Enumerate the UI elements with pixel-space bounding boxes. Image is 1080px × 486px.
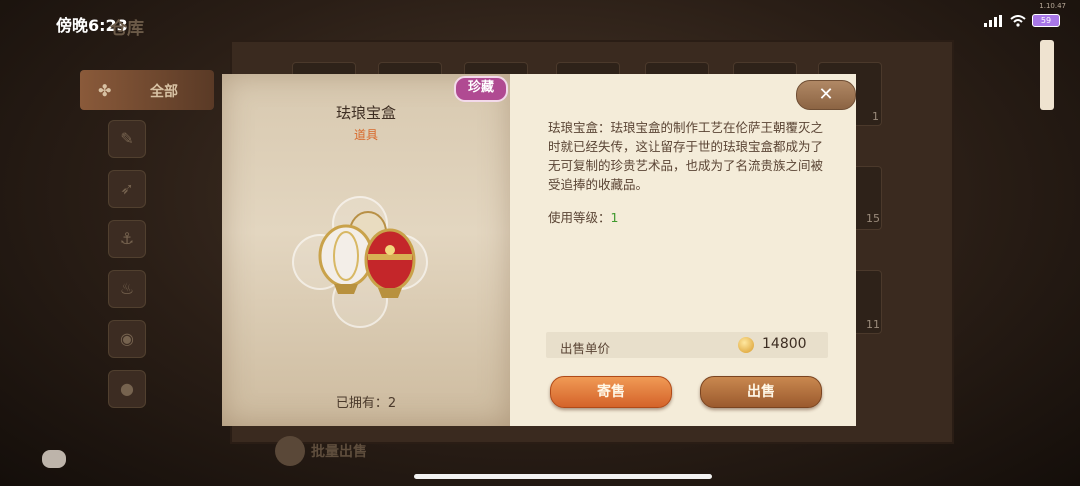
sidebar-item-tool[interactable]: ⚓ — [108, 220, 146, 258]
sidebar-item-all[interactable]: ✤ 全部 — [80, 70, 214, 110]
close-icon: ✕ — [818, 84, 834, 105]
item-name: 珐琅宝盒 — [335, 104, 396, 122]
coin-icon — [738, 337, 754, 353]
enamel-box-image — [318, 211, 416, 298]
slot-count: 11 — [866, 318, 880, 331]
page-title: 仓库 — [110, 19, 144, 39]
clover-icon: ✤ — [98, 81, 112, 100]
bulk-sell-button[interactable]: 批量出售 — [275, 436, 367, 466]
sidebar-item-feather[interactable]: ✎ — [108, 120, 146, 158]
battery-icon: 59 — [1032, 14, 1060, 27]
bow-icon: ➶ — [120, 179, 134, 198]
item-info-card: 珐琅宝盒：珐琅宝盒的制作工艺在伦萨王朝覆灭之时就已经失传，这让留存于世的珐琅宝盒… — [510, 74, 856, 426]
item-detail-dialog: 珐琅宝盒 道具 珍藏 已拥有：2 珐琅宝盒：珐琅宝盒的制作工艺在伦萨王朝覆灭之时… — [222, 74, 856, 426]
slot-count: 1 — [872, 110, 879, 123]
gem-icon: ◉ — [120, 329, 134, 348]
item-type: 道具 — [353, 128, 378, 142]
category-sidebar: ✤ 全部 ✎ ➶ ⚓ ♨ ◉ ● — [80, 70, 220, 450]
sidebar-item-bow[interactable]: ➶ — [108, 170, 146, 208]
owned-count: 已拥有：2 — [335, 396, 397, 411]
sell-price-label: 出售单价 — [560, 341, 611, 356]
pot-icon: ♨ — [119, 279, 135, 298]
tool-icon: ⚓ — [119, 229, 135, 248]
use-level-value: 1 — [610, 210, 619, 225]
item-preview-card: 珐琅宝盒 道具 珍藏 已拥有：2 — [222, 74, 510, 426]
version-label: 1.10.47 — [1039, 2, 1066, 10]
rarity-badge: 珍藏 — [454, 76, 508, 102]
consign-button[interactable]: 寄售 — [550, 376, 672, 408]
status-bar: 傍晚6:23 仓库 1.10.47 59 — [0, 0, 1080, 40]
item-description: 珐琅宝盒：珐琅宝盒的制作工艺在伦萨王朝覆灭之时就已经失传，这让留存于世的珐琅宝盒… — [548, 120, 824, 192]
bulk-sell-label: 批量出售 — [311, 444, 367, 460]
feather-icon: ✎ — [120, 129, 134, 148]
wifi-icon — [1010, 14, 1026, 27]
sell-price-value: 14800 — [762, 336, 807, 352]
slot-count: 15 — [866, 212, 880, 225]
use-level: 使用等级：1 — [548, 207, 618, 226]
sidebar-item-pot[interactable]: ♨ — [108, 270, 146, 308]
mask-icon: ● — [120, 379, 134, 398]
sell-price-row: 出售单价 14800 — [546, 332, 828, 358]
candle-decoration — [1040, 40, 1054, 110]
sidebar-item-label: 全部 — [150, 84, 178, 100]
close-button[interactable]: ✕ — [796, 80, 856, 110]
sidebar-item-mask[interactable]: ● — [108, 370, 146, 408]
use-level-label: 使用等级： — [548, 210, 611, 225]
sidebar-item-gem[interactable]: ◉ — [108, 320, 146, 358]
sell-button[interactable]: 出售 — [700, 376, 822, 408]
home-indicator[interactable] — [414, 474, 712, 479]
chat-icon[interactable] — [42, 450, 66, 468]
bag-icon — [275, 436, 305, 466]
signal-icon — [984, 14, 1002, 27]
